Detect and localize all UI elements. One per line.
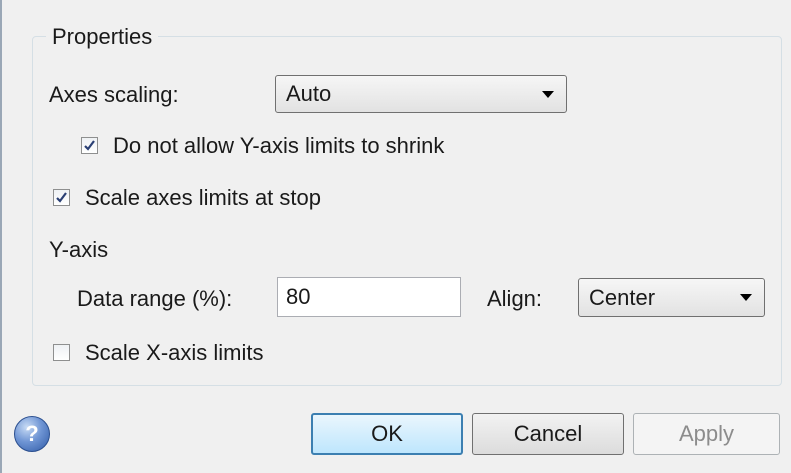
axes-scaling-label: Axes scaling: — [49, 82, 179, 107]
apply-button[interactable]: Apply — [633, 413, 780, 455]
axes-scaling-value: Auto — [286, 81, 332, 106]
ok-button-label: OK — [371, 421, 403, 446]
help-glyph: ? — [25, 421, 39, 446]
checkmark-icon — [56, 192, 67, 203]
apply-button-label: Apply — [678, 421, 735, 446]
chevron-down-icon — [740, 294, 752, 301]
scale-at-stop-label: Scale axes limits at stop — [85, 185, 321, 210]
data-range-label: Data range (%): — [77, 286, 233, 311]
ok-button[interactable]: OK — [311, 413, 463, 455]
scale-x-label: Scale X-axis limits — [85, 340, 264, 365]
data-range-value: 80 — [286, 284, 311, 309]
cancel-button-label: Cancel — [513, 421, 583, 446]
axes-scaling-dropdown[interactable]: Auto — [275, 75, 567, 113]
data-range-input[interactable]: 80 — [277, 277, 461, 317]
scaling-properties-dialog: Properties Axes scaling: Auto Do not all… — [0, 0, 791, 473]
no-shrink-checkbox[interactable] — [81, 137, 98, 154]
cancel-button[interactable]: Cancel — [472, 413, 624, 455]
scale-x-checkbox[interactable] — [53, 344, 70, 361]
checkmark-icon — [84, 140, 95, 151]
no-shrink-label: Do not allow Y-axis limits to shrink — [113, 133, 445, 158]
yaxis-heading: Y-axis — [49, 237, 109, 262]
scale-at-stop-checkbox[interactable] — [53, 189, 70, 206]
help-icon[interactable]: ? — [14, 416, 50, 452]
chevron-down-icon — [542, 90, 554, 98]
align-label: Align: — [487, 286, 543, 311]
align-dropdown[interactable]: Center — [578, 278, 765, 317]
properties-group-title: Properties — [46, 24, 159, 50]
align-value: Center — [589, 284, 656, 310]
